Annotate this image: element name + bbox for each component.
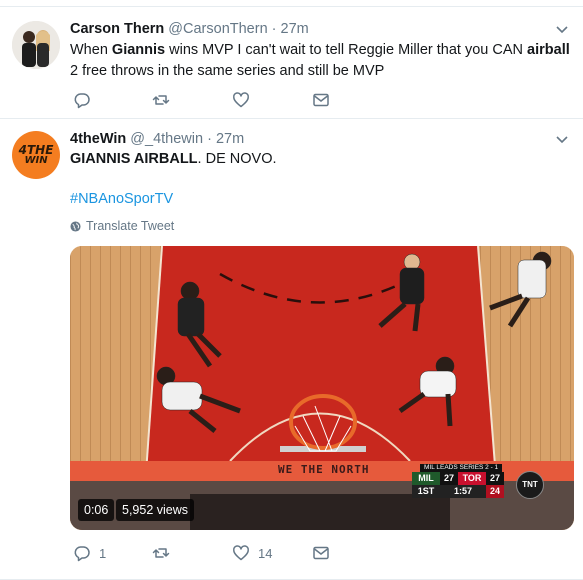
video-views: 5,952 views [116,499,195,521]
text-segment: When [70,42,112,58]
score-home: 27 [486,472,504,485]
display-name[interactable]: 4theWin [70,131,126,147]
tweet-header: Carson Thern @CarsonThern · 27m [70,21,309,37]
direct-message-icon [313,546,329,560]
chevron-down-icon[interactable] [555,133,569,147]
direct-message-icon [313,93,329,107]
translate-tweet-link[interactable]: Translate Tweet [70,219,174,233]
series-status: MIL LEADS SERIES 2 - 1 [420,464,503,472]
text-segment: 2 free throws in the same series and sti… [70,63,385,79]
court-lettering: WE THE NORTH [278,463,370,476]
like-icon [233,545,249,561]
clock-row: 1ST 1:57 24 [412,485,504,498]
direct-message-button[interactable] [312,91,330,109]
text-bold-segment[interactable]: airball [527,42,570,58]
reply-icon [74,93,90,109]
hashtag-link[interactable]: #NBAnoSporTV [70,191,173,207]
user-handle[interactable]: @CarsonThern [168,21,267,37]
network-logo: TNT [516,471,544,499]
timestamp[interactable]: 27m [281,21,309,37]
reply-button[interactable]: 1 [73,544,106,562]
text-segment: . DE NOVO. [197,151,277,167]
logo-line: WIN [24,154,48,166]
team-away: MIL [412,472,440,485]
shot-clock: 24 [486,485,504,498]
tweet-text: GIANNIS AIRBALL. DE NOVO. [70,149,570,170]
retweet-button[interactable] [152,544,178,562]
tweet-actions: 1 14 [70,544,350,564]
tweet-actions [70,91,350,111]
avatar-logo: 4THE WIN [12,131,60,179]
user-handle[interactable]: @_4thewin [130,131,203,147]
like-icon [233,92,249,108]
globe-icon [70,220,81,232]
text-bold-segment[interactable]: Giannis [112,42,165,58]
score-away: 27 [440,472,458,485]
separator: · [207,131,212,147]
game-clock: 1:57 [440,485,486,498]
team-home: TOR [458,472,486,485]
retweet-icon [152,95,170,105]
reply-icon [74,546,90,562]
like-button[interactable] [232,91,258,109]
tweet-header: 4theWin @_4thewin · 27m [70,131,244,147]
logo-line: 4THE [18,142,54,157]
chevron-down-icon[interactable] [555,23,569,37]
separator: · [271,21,277,37]
tweet-text: When Giannis wins MVP I can't wait to te… [70,40,570,82]
reply-button[interactable] [73,91,99,109]
retweet-icon [152,548,170,558]
avatar[interactable]: 4THE WIN [12,131,60,179]
like-count: 14 [258,545,273,561]
retweet-button[interactable] [152,91,178,109]
score-row: MIL 27 TOR 27 [412,472,504,485]
text-segment: wins MVP I can't wait to tell Reggie Mil… [165,42,528,58]
like-button[interactable]: 14 [232,544,272,562]
avatar[interactable] [12,21,60,69]
reply-count: 1 [99,545,107,561]
text-bold-segment: GIANNIS AIRBALL [70,151,198,167]
video-player[interactable]: WE THE NORTH MIL LEADS SERIES 2 - 1 MIL … [70,246,574,530]
quarter: 1ST [412,485,440,498]
timestamp[interactable]: 27m [216,131,244,147]
video-duration: 0:06 [78,499,115,521]
tweet[interactable]: Carson Thern @CarsonThern · 27m When Gia… [0,6,583,119]
display-name[interactable]: Carson Thern [70,21,164,37]
scorebug: MIL LEADS SERIES 2 - 1 MIL 27 TOR 27 1ST… [402,464,544,500]
tweet[interactable]: 4THE WIN 4theWin @_4thewin · 27m GIANNIS… [0,119,583,580]
direct-message-button[interactable] [312,544,330,562]
translate-label: Translate Tweet [86,219,175,233]
